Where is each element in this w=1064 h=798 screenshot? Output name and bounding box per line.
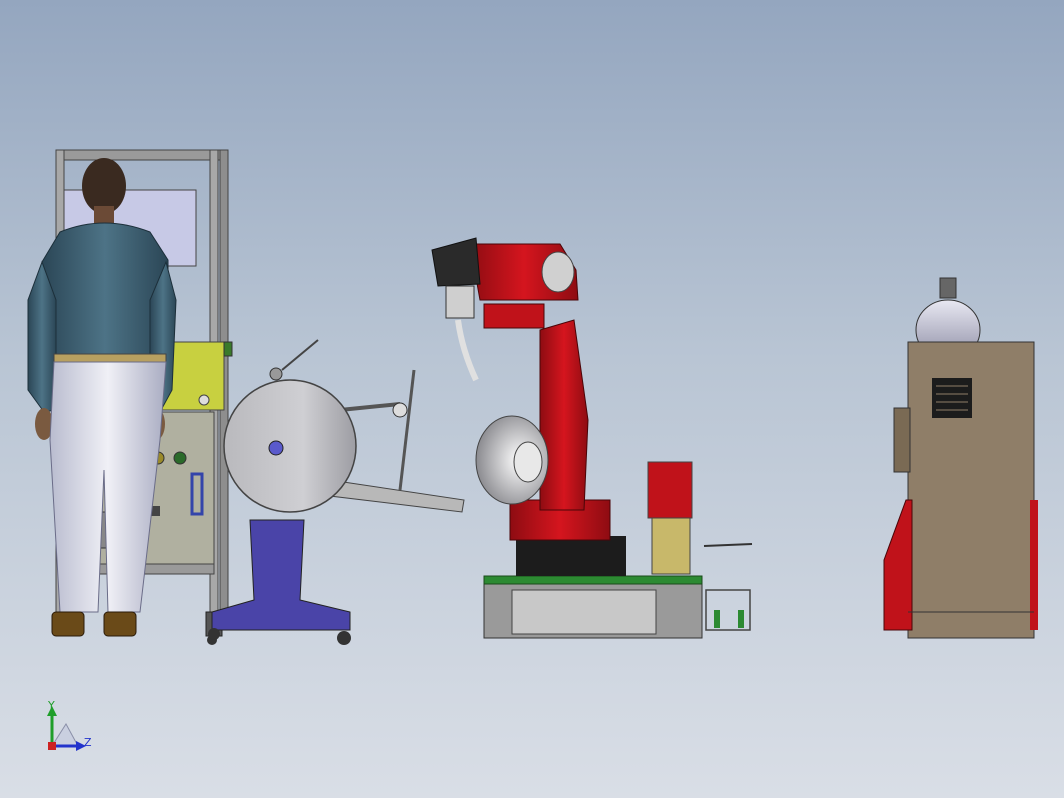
cad-viewport[interactable]: Y Z xyxy=(0,0,1064,798)
guide-arm xyxy=(329,479,465,513)
wire-drum-red xyxy=(647,461,693,519)
axis-triad: Y Z xyxy=(47,699,92,751)
welding-robot[interactable] xyxy=(431,237,611,541)
z-axis-label: Z xyxy=(84,736,92,749)
torch-head xyxy=(431,237,481,287)
robot-lower-arm xyxy=(539,319,589,511)
x-axis-origin xyxy=(48,742,56,750)
wire-spool xyxy=(223,379,357,513)
operator-head xyxy=(82,158,126,214)
y-axis-label: Y xyxy=(47,699,55,712)
vent-grille xyxy=(932,378,972,418)
wire-spool-feeder[interactable] xyxy=(208,339,465,645)
feeder-stand xyxy=(211,519,351,631)
cad-scene: Y Z xyxy=(27,149,1038,751)
welding-power-source[interactable] xyxy=(883,277,1038,639)
